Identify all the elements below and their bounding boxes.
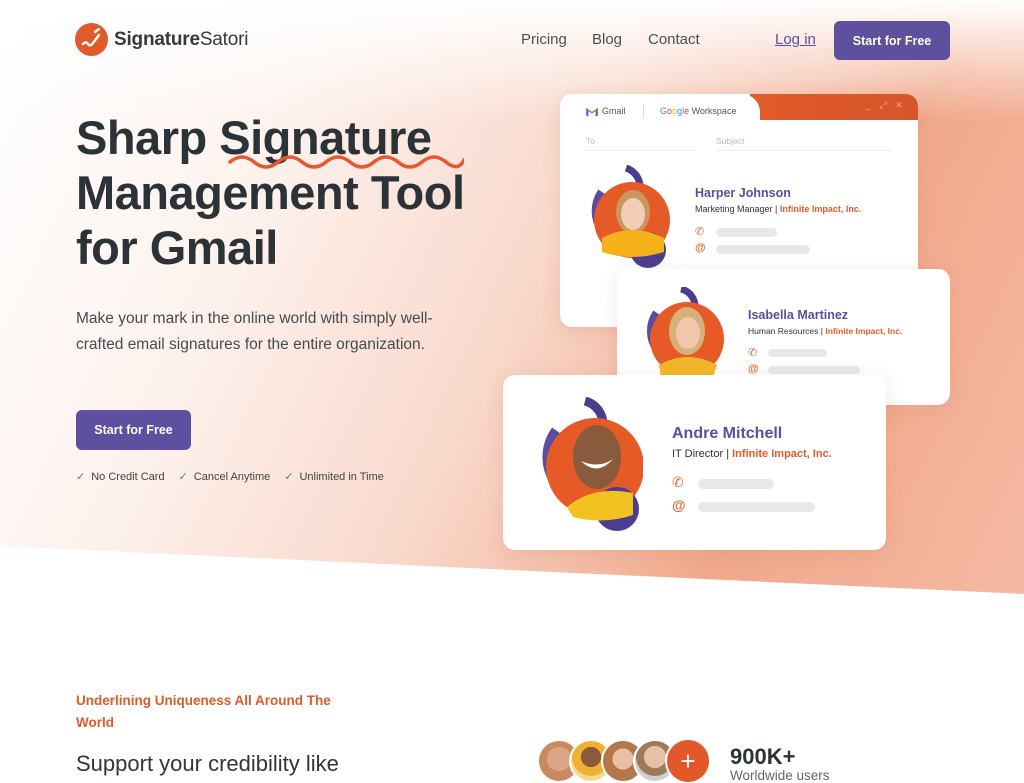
avatar-harper-johnson <box>591 164 670 268</box>
signature-role: Human Resources | Infinite Impact, Inc. <box>748 326 903 336</box>
benefits-list: ✓ No Credit Card ✓ Cancel Anytime ✓ Unlimit… <box>76 470 384 484</box>
role-text: Human Resources <box>748 326 819 336</box>
gmail-text: Gmail <box>602 106 626 116</box>
signature-name: Andre Mitchell <box>672 425 783 442</box>
logo-text: SignatureSatori <box>114 28 249 50</box>
user-avatars: + <box>537 738 711 783</box>
gmail-icon <box>586 107 598 116</box>
signature-name: Harper Johnson <box>695 186 791 200</box>
phone-placeholder <box>768 349 827 357</box>
nav-blog[interactable]: Blog <box>592 31 622 48</box>
avatar-isabella-martinez <box>647 287 724 380</box>
nav-pricing[interactable]: Pricing <box>521 31 567 48</box>
more-users-icon: + <box>665 738 711 783</box>
title-line-2: Management Tool <box>76 166 465 219</box>
section-heading: Support your credibility like <box>76 751 339 776</box>
phone-icon: ✆ <box>672 474 684 490</box>
phone-placeholder <box>698 479 774 489</box>
check-icon: ✓ <box>76 471 86 483</box>
subject-field[interactable]: Subject <box>716 136 892 151</box>
start-free-hero-button[interactable]: Start for Free <box>76 410 191 450</box>
role-text: Marketing Manager <box>695 204 773 214</box>
email-placeholder <box>698 502 815 512</box>
start-free-header-button[interactable]: Start for Free <box>834 21 950 60</box>
benefit-label: Unlimited in Time <box>299 470 384 483</box>
email-placeholder <box>716 245 810 254</box>
at-icon: @ <box>748 363 759 375</box>
hero-subtitle: Make your mark in the online world with … <box>76 310 433 353</box>
users-count: 900K+ <box>730 744 796 769</box>
signature-card-andre: Andre Mitchell IT Director | Infinite Im… <box>503 375 886 550</box>
to-field[interactable]: To <box>586 136 696 151</box>
signature-role: IT Director | Infinite Impact, Inc. <box>672 448 832 460</box>
phone-icon: ✆ <box>695 226 705 238</box>
benefit-item: ✓ Cancel Anytime <box>178 470 271 484</box>
users-label: Worldwide users <box>730 768 830 783</box>
gmail-label: Gmail <box>586 106 626 116</box>
avatar-andre-mitchell <box>542 397 643 531</box>
signature-name: Isabella Martinez <box>748 308 849 322</box>
logo-icon <box>75 23 108 56</box>
page: SignatureSatori Pricing Blog Contact Log… <box>0 0 1024 783</box>
email-placeholder <box>768 366 860 374</box>
squiggle-underline-icon <box>228 155 464 169</box>
divider <box>643 104 644 118</box>
phone-icon: ✆ <box>748 347 758 359</box>
window-controls[interactable]: _ ⤢ ✕ <box>866 100 906 111</box>
check-icon: ✓ <box>178 471 188 483</box>
benefit-label: Cancel Anytime <box>193 470 271 483</box>
section-eyebrow: Underlining Uniqueness All Around The Wo… <box>76 693 331 730</box>
login-link[interactable]: Log in <box>775 31 816 48</box>
role-text: IT Director <box>672 448 724 460</box>
logo[interactable]: SignatureSatori <box>75 23 248 56</box>
title-line-3: for Gmail <box>76 221 278 274</box>
at-icon: @ <box>672 497 686 513</box>
company-text: Infinite Impact, Inc. <box>779 204 862 214</box>
check-icon: ✓ <box>284 471 294 483</box>
nav-contact[interactable]: Contact <box>648 31 700 48</box>
title-part: Sharp <box>76 111 220 164</box>
company-text: Infinite Impact, Inc. <box>825 326 903 336</box>
at-icon: @ <box>695 242 706 254</box>
benefit-item: ✓ No Credit Card <box>76 470 165 484</box>
signature-role: Marketing Manager | Infinite Impact, Inc… <box>695 204 862 214</box>
phone-placeholder <box>716 228 777 237</box>
benefit-item: ✓ Unlimited in Time <box>284 470 384 484</box>
benefit-label: No Credit Card <box>91 470 165 483</box>
google-workspace-label: Google Workspace <box>660 106 737 116</box>
hero-title: Sharp Signature Management Tool for Gmai… <box>76 110 465 275</box>
company-text: Infinite Impact, Inc. <box>732 448 832 460</box>
